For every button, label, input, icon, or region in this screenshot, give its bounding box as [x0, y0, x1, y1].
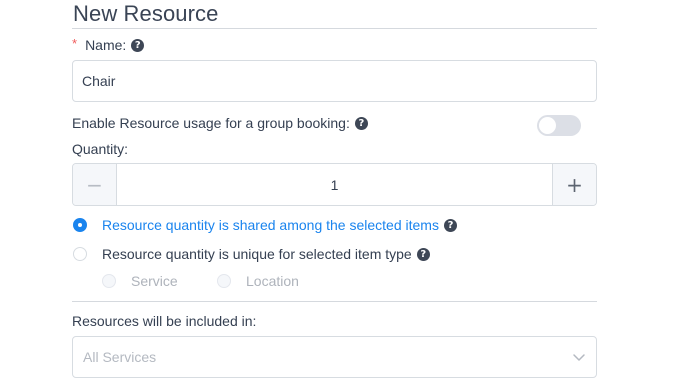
- title-divider: [72, 28, 597, 29]
- chevron-down-icon[interactable]: [572, 350, 586, 364]
- help-icon[interactable]: ?: [443, 218, 457, 232]
- group-booking-toggle[interactable]: [537, 115, 581, 136]
- radio-service-label: Service: [131, 273, 178, 289]
- group-booking-label: Enable Resource usage for a group bookin…: [72, 115, 368, 131]
- toggle-knob: [539, 117, 556, 134]
- required-marker: *: [72, 35, 78, 51]
- radio-shared-label: Resource quantity is shared among the se…: [102, 217, 439, 233]
- section-divider: [72, 301, 597, 302]
- quantity-label: Quantity:: [72, 141, 128, 157]
- help-icon[interactable]: ?: [131, 38, 145, 52]
- radio-button-checked[interactable]: [73, 218, 87, 232]
- quantity-stepper: − 1 +: [72, 163, 597, 206]
- name-input[interactable]: [72, 60, 597, 102]
- quantity-value[interactable]: 1: [117, 164, 552, 205]
- radio-service[interactable]: Service: [102, 273, 178, 289]
- included-in-select[interactable]: All Services: [72, 336, 597, 378]
- radio-button[interactable]: [73, 247, 87, 261]
- radio-unique-quantity[interactable]: Resource quantity is unique for selected…: [73, 246, 430, 262]
- plus-icon[interactable]: +: [552, 164, 596, 205]
- group-booking-label-text: Enable Resource usage for a group bookin…: [72, 115, 350, 131]
- new-resource-form: New Resource * Name: ? Enable Resource u…: [0, 0, 680, 384]
- radio-shared-quantity[interactable]: Resource quantity is shared among the se…: [73, 217, 457, 233]
- included-in-label-text: Resources will be included in:: [72, 313, 257, 329]
- minus-icon[interactable]: −: [73, 164, 117, 205]
- name-label: * Name: ?: [72, 35, 145, 53]
- help-icon[interactable]: ?: [354, 116, 368, 130]
- quantity-label-text: Quantity:: [72, 141, 129, 157]
- radio-location[interactable]: Location: [217, 273, 299, 289]
- name-label-text: Name:: [85, 37, 127, 53]
- radio-unique-label: Resource quantity is unique for selected…: [102, 246, 412, 262]
- radio-button-disabled[interactable]: [102, 274, 116, 288]
- radio-location-label: Location: [246, 273, 299, 289]
- help-icon[interactable]: ?: [416, 247, 430, 261]
- included-in-label: Resources will be included in:: [72, 313, 256, 329]
- page-title: New Resource: [73, 1, 219, 26]
- select-placeholder: All Services: [83, 349, 157, 365]
- radio-button-disabled[interactable]: [217, 274, 231, 288]
